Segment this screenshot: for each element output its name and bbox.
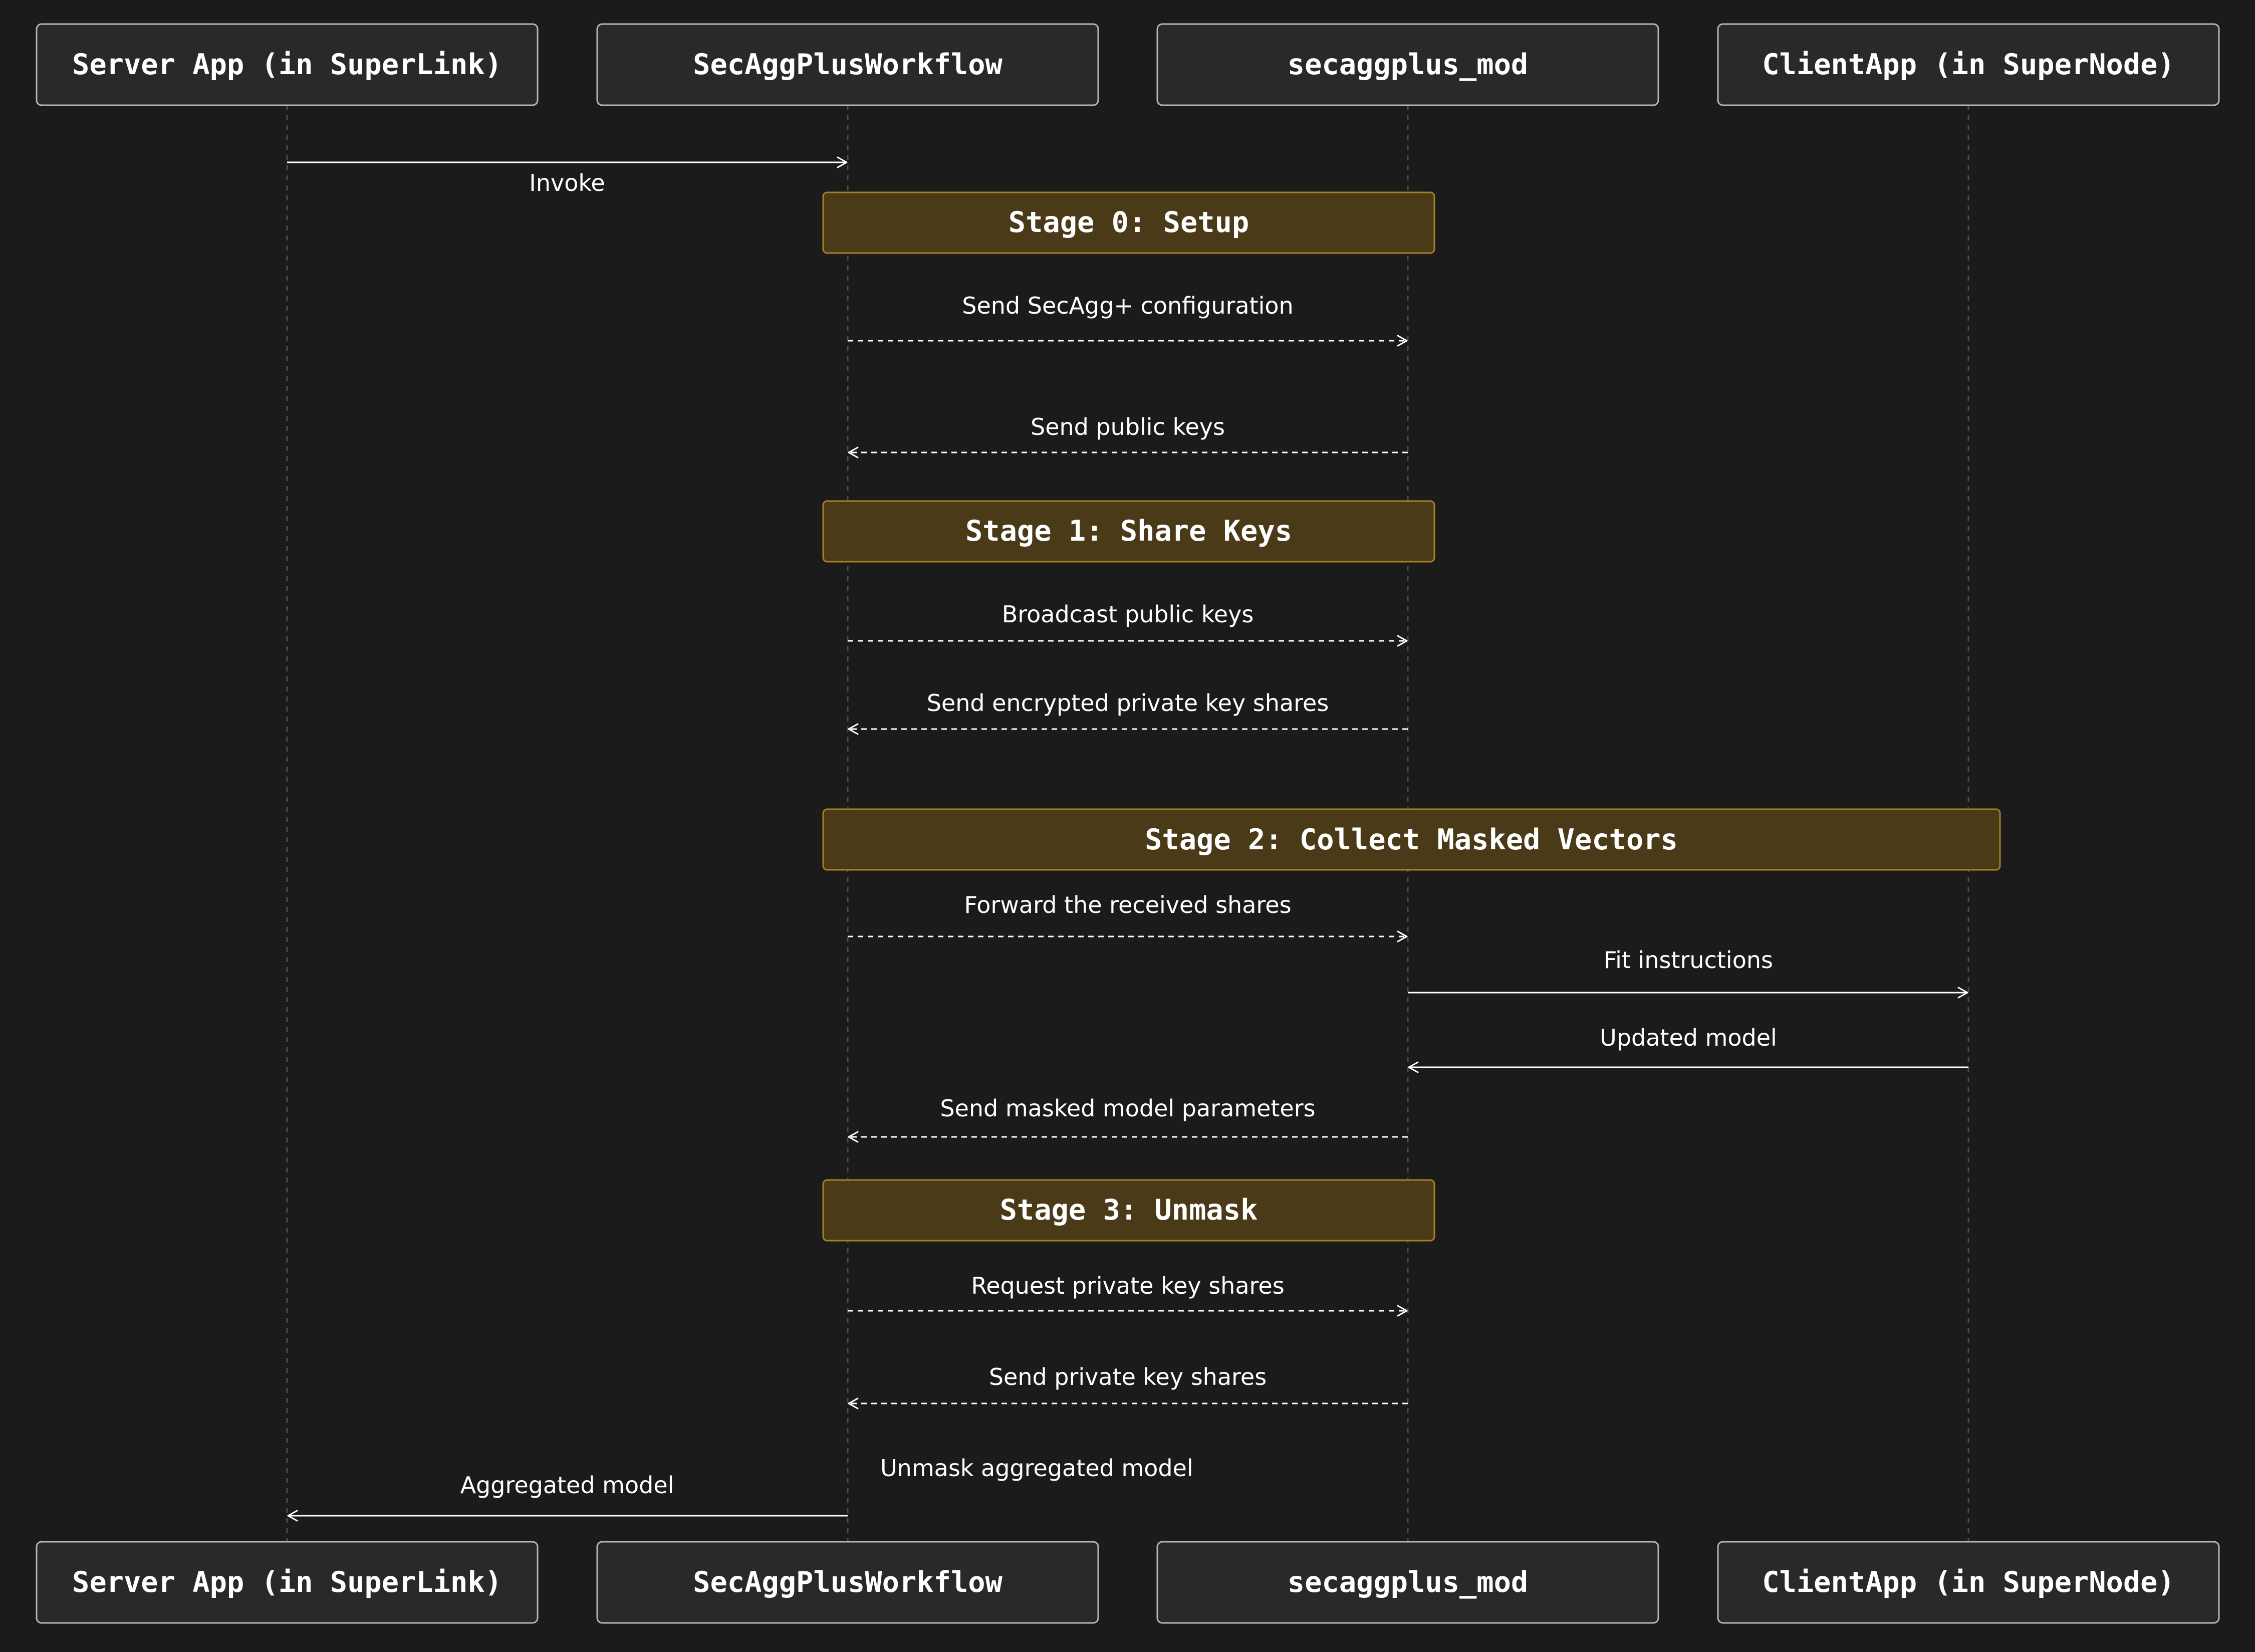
- message-forward-received-shares: Forward the received shares: [848, 891, 1408, 942]
- message-send-private-key-shares: Send private key shares: [848, 1363, 1408, 1409]
- message-label: Fit instructions: [1604, 947, 1773, 974]
- message-fit-instructions: Fit instructions: [1408, 947, 1968, 999]
- participant-secaggplus-mod-top: secaggplus_mod: [1156, 23, 1659, 106]
- message-send-masked-model-parameters: Send masked model parameters: [848, 1095, 1408, 1143]
- stage-label: Stage 2: Collect Masked Vectors: [1145, 823, 1678, 856]
- participant-label: ClientApp (in SuperNode): [1762, 48, 2175, 81]
- participant-label: secaggplus_mod: [1288, 48, 1528, 81]
- participant-label: Server App (in SuperLink): [72, 1566, 502, 1599]
- participant-label: SecAggPlusWorkflow: [693, 48, 1003, 81]
- message-send-public-keys: Send public keys: [848, 413, 1408, 458]
- message-label: Send masked model parameters: [940, 1095, 1315, 1122]
- message-label: Send private key shares: [989, 1363, 1267, 1390]
- message-label: Broadcast public keys: [1002, 601, 1254, 628]
- message-request-private-key-shares: Request private key shares: [848, 1272, 1408, 1317]
- note-unmask-aggregated-model: Unmask aggregated model: [880, 1455, 1193, 1482]
- message-send-encrypted-private-key-shares: Send encrypted private key shares: [848, 689, 1408, 735]
- participant-label: secaggplus_mod: [1288, 1566, 1528, 1599]
- participant-label: SecAggPlusWorkflow: [693, 1566, 1003, 1599]
- stage-label: Stage 0: Setup: [1009, 206, 1249, 239]
- stage-0-setup-banner: Stage 0: Setup: [822, 191, 1435, 254]
- message-updated-model: Updated model: [1408, 1024, 1968, 1073]
- message-label: Updated model: [1600, 1024, 1777, 1051]
- message-label: Send public keys: [1031, 413, 1225, 440]
- stage-label: Stage 1: Share Keys: [965, 515, 1292, 548]
- participant-client-app-top: ClientApp (in SuperNode): [1717, 23, 2220, 106]
- participant-client-app-bottom: ClientApp (in SuperNode): [1717, 1541, 2220, 1624]
- stage-1-share-keys-banner: Stage 1: Share Keys: [822, 500, 1435, 563]
- participant-server-app-bottom: Server App (in SuperLink): [36, 1541, 539, 1624]
- message-label: Send encrypted private key shares: [927, 689, 1329, 717]
- message-aggregated-model: Aggregated model: [287, 1472, 848, 1522]
- message-label: Forward the received shares: [964, 891, 1291, 918]
- participant-secaggplus-workflow-top: SecAggPlusWorkflow: [596, 23, 1099, 106]
- message-invoke: Invoke: [287, 156, 848, 196]
- participant-label: Server App (in SuperLink): [72, 48, 502, 81]
- stage-3-unmask-banner: Stage 3: Unmask: [822, 1179, 1435, 1242]
- message-label: Request private key shares: [971, 1272, 1284, 1299]
- message-label: Invoke: [529, 169, 605, 196]
- participant-secaggplus-workflow-bottom: SecAggPlusWorkflow: [596, 1541, 1099, 1624]
- participant-label: ClientApp (in SuperNode): [1762, 1566, 2175, 1599]
- message-broadcast-public-keys: Broadcast public keys: [848, 601, 1408, 647]
- participant-secaggplus-mod-bottom: secaggplus_mod: [1156, 1541, 1659, 1624]
- stage-2-collect-masked-vectors-banner: Stage 2: Collect Masked Vectors: [822, 808, 2001, 871]
- stage-label: Stage 3: Unmask: [1000, 1194, 1258, 1227]
- message-label: Send SecAgg+ configuration: [962, 292, 1293, 319]
- participant-server-app-top: Server App (in SuperLink): [36, 23, 539, 106]
- message-label: Aggregated model: [460, 1472, 674, 1499]
- message-send-secagg-configuration: Send SecAgg+ configuration: [848, 292, 1408, 347]
- sequence-diagram: Server App (in SuperLink) SecAggPlusWork…: [36, 23, 2220, 1624]
